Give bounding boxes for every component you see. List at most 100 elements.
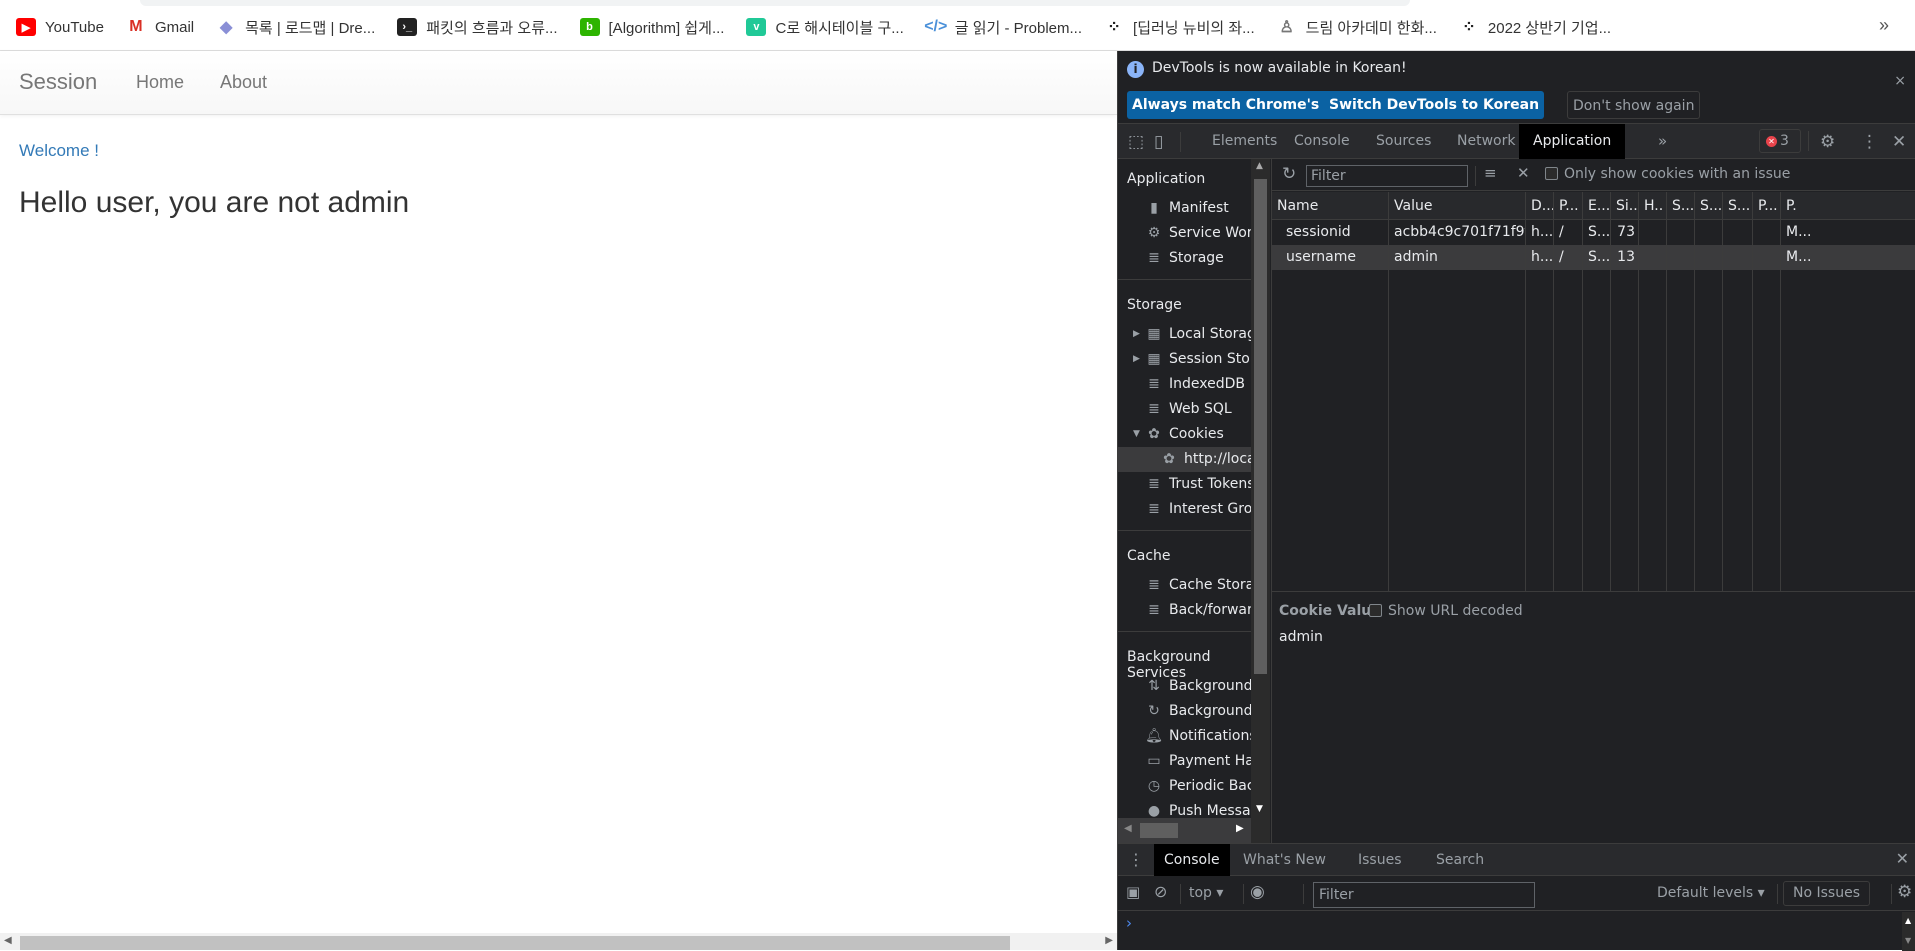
- column-header[interactable]: S...: [1695, 194, 1723, 219]
- scroll-down-arrow-icon[interactable]: ▼: [1905, 936, 1911, 945]
- sidebar-item[interactable]: ⇅ Background Fetch: [1118, 674, 1251, 699]
- drawer-tab-search[interactable]: Search: [1426, 844, 1494, 876]
- scroll-right-arrow-icon[interactable]: ▶: [1236, 823, 1244, 834]
- column-header[interactable]: S...: [1667, 194, 1695, 219]
- column-header[interactable]: Name: [1272, 194, 1389, 219]
- bookmarks-more-button[interactable]: »: [1879, 15, 1889, 36]
- device-toolbar-icon[interactable]: ▯: [1154, 132, 1163, 152]
- console-filter-input[interactable]: Filter: [1313, 882, 1535, 908]
- sidebar-item[interactable]: ✿ http://localhost: [1118, 447, 1251, 472]
- bookmark-item[interactable]: ▶ YouTube: [16, 18, 104, 36]
- sidebar-horizontal-scrollbar[interactable]: ◀ ▶: [1118, 818, 1251, 843]
- close-devtools-icon[interactable]: ✕: [1892, 132, 1906, 152]
- drawer-tab-console[interactable]: Console: [1154, 844, 1230, 876]
- refresh-icon[interactable]: ↻: [1282, 164, 1296, 184]
- sidebar-item[interactable]: ▶ ▦ Session Storage: [1118, 347, 1251, 372]
- bookmark-item[interactable]: M Gmail: [126, 18, 194, 36]
- context-selector[interactable]: top ▾: [1189, 885, 1223, 901]
- nav-link-about[interactable]: About: [220, 72, 267, 93]
- sidebar-item[interactable]: ▮ Manifest: [1118, 196, 1251, 221]
- scroll-left-arrow-icon[interactable]: ◀: [1124, 823, 1132, 834]
- table-row[interactable]: username admin h... / S... 13 M...: [1272, 245, 1915, 270]
- console-prompt[interactable]: ›: [1126, 914, 1132, 932]
- clear-console-icon[interactable]: ⊘: [1154, 882, 1167, 901]
- bookmark-item[interactable]: ⁘ 2022 상반기 기업...: [1459, 17, 1611, 38]
- error-count-badge[interactable]: ✕ 3: [1759, 129, 1801, 153]
- sidebar-item[interactable]: ▭ Payment Handler: [1118, 749, 1251, 774]
- column-header[interactable]: Value: [1389, 194, 1526, 219]
- sidebar-item[interactable]: ≣ Storage: [1118, 246, 1251, 271]
- expand-arrow-icon[interactable]: ▶: [1133, 347, 1140, 372]
- column-header[interactable]: H..: [1639, 194, 1667, 219]
- column-header[interactable]: P.: [1781, 194, 1915, 219]
- no-issues-button[interactable]: No Issues: [1783, 881, 1870, 906]
- sidebar-item[interactable]: ≣ Cache Storage: [1118, 573, 1251, 598]
- scroll-up-arrow-icon[interactable]: ▲: [1905, 916, 1911, 925]
- sidebar-item[interactable]: ⚙ Service Workers: [1118, 221, 1251, 246]
- scrollbar-thumb[interactable]: [1254, 179, 1267, 674]
- settings-gear-icon[interactable]: ⚙: [1820, 132, 1835, 152]
- console-settings-gear-icon[interactable]: ⚙: [1897, 882, 1912, 902]
- sidebar-item[interactable]: ≣ Interest Groups: [1118, 497, 1251, 522]
- more-options-icon[interactable]: ⋮: [1861, 132, 1878, 152]
- only-issues-checkbox[interactable]: [1545, 166, 1558, 182]
- sidebar-item[interactable]: ◷ Periodic Background Sync: [1118, 774, 1251, 799]
- sidebar-item[interactable]: 🔔︎ Notifications: [1118, 724, 1251, 749]
- sidebar-item[interactable]: ≣ IndexedDB: [1118, 372, 1251, 397]
- bookmark-item[interactable]: ◆ 목록 | 로드맵 | Dre...: [216, 17, 375, 38]
- scroll-down-arrow-icon[interactable]: ▼: [1256, 804, 1263, 814]
- tab-sources[interactable]: Sources: [1362, 124, 1445, 159]
- switch-to-korean-button[interactable]: Switch DevTools to Korean: [1324, 91, 1545, 119]
- bookmark-item[interactable]: ♙ 드림 아카데미 한화...: [1277, 17, 1436, 38]
- clear-filtered-icon[interactable]: ≡: [1484, 164, 1497, 182]
- scrollbar-thumb[interactable]: [20, 936, 1010, 950]
- scroll-left-arrow-icon[interactable]: ◀: [4, 935, 12, 946]
- table-row[interactable]: sessionid acbb4c9c701f71f9fd0... h... / S...…: [1272, 220, 1915, 245]
- tab-network[interactable]: Network: [1443, 124, 1529, 159]
- delete-selected-icon[interactable]: ✕: [1517, 164, 1530, 182]
- scrollbar-thumb[interactable]: [1140, 823, 1178, 838]
- show-url-decoded-checkbox[interactable]: [1369, 603, 1382, 619]
- bookmark-item[interactable]: b [Algorithm] 쉽게...: [579, 17, 724, 38]
- close-drawer-icon[interactable]: ✕: [1896, 849, 1909, 868]
- console-scrollbar[interactable]: ▲ ▼: [1902, 912, 1915, 951]
- inspect-element-icon[interactable]: ⬚: [1128, 132, 1144, 152]
- column-header[interactable]: E...: [1583, 194, 1611, 219]
- checkbox-box[interactable]: [1545, 167, 1558, 180]
- navbar-brand[interactable]: Session: [19, 69, 97, 95]
- log-levels-dropdown[interactable]: Default levels ▾: [1657, 885, 1765, 901]
- tab-console[interactable]: Console: [1280, 124, 1364, 159]
- live-expression-eye-icon[interactable]: ◉: [1250, 882, 1265, 902]
- drawer-tab-whats-new[interactable]: What's New: [1233, 844, 1336, 876]
- tab-elements[interactable]: Elements: [1198, 124, 1291, 159]
- checkbox-box[interactable]: [1369, 604, 1382, 617]
- column-header[interactable]: P...: [1554, 194, 1583, 219]
- infobar-close-button[interactable]: ×: [1894, 73, 1906, 89]
- sidebar-item[interactable]: ▼ ✿ Cookies: [1118, 422, 1251, 447]
- drawer-tab-issues[interactable]: Issues: [1348, 844, 1412, 876]
- drawer-menu-icon[interactable]: ⋮: [1128, 850, 1144, 869]
- column-header[interactable]: S...: [1723, 194, 1753, 219]
- column-header[interactable]: Si..: [1611, 194, 1639, 219]
- sidebar-item[interactable]: ≣ Web SQL: [1118, 397, 1251, 422]
- expand-arrow-icon[interactable]: ▶: [1133, 322, 1140, 347]
- scroll-right-arrow-icon[interactable]: ▶: [1105, 935, 1113, 946]
- bookmark-item[interactable]: ›_ 패킷의 흐름과 오류...: [397, 17, 558, 38]
- nav-link-home[interactable]: Home: [136, 72, 184, 93]
- bookmark-item[interactable]: v C로 해시테이블 구...: [746, 17, 904, 38]
- sidebar-toggle-icon[interactable]: ▣: [1126, 883, 1140, 901]
- sidebar-item[interactable]: ↻ Background Sync: [1118, 699, 1251, 724]
- sidebar-vertical-scrollbar[interactable]: ▲ ▼: [1251, 159, 1270, 870]
- tab-application[interactable]: Application: [1519, 124, 1626, 159]
- bookmark-item[interactable]: ⁘ [딥러닝 뉴비의 좌...: [1104, 17, 1254, 38]
- column-header[interactable]: P...: [1753, 194, 1781, 219]
- collapse-arrow-icon[interactable]: ▼: [1133, 422, 1140, 447]
- sidebar-item[interactable]: ≣ Back/forward cache: [1118, 598, 1251, 623]
- more-tabs-button[interactable]: »: [1658, 132, 1667, 150]
- sidebar-item[interactable]: ▶ ▦ Local Storage: [1118, 322, 1251, 347]
- horizontal-scrollbar[interactable]: ◀ ▶: [0, 933, 1117, 950]
- sidebar-item[interactable]: ≣ Trust Tokens: [1118, 472, 1251, 497]
- dont-show-again-button[interactable]: Don't show again: [1567, 91, 1701, 119]
- bookmark-item[interactable]: </> 글 읽기 - Problem...: [924, 17, 1082, 38]
- cookies-filter-input[interactable]: Filter: [1306, 165, 1468, 187]
